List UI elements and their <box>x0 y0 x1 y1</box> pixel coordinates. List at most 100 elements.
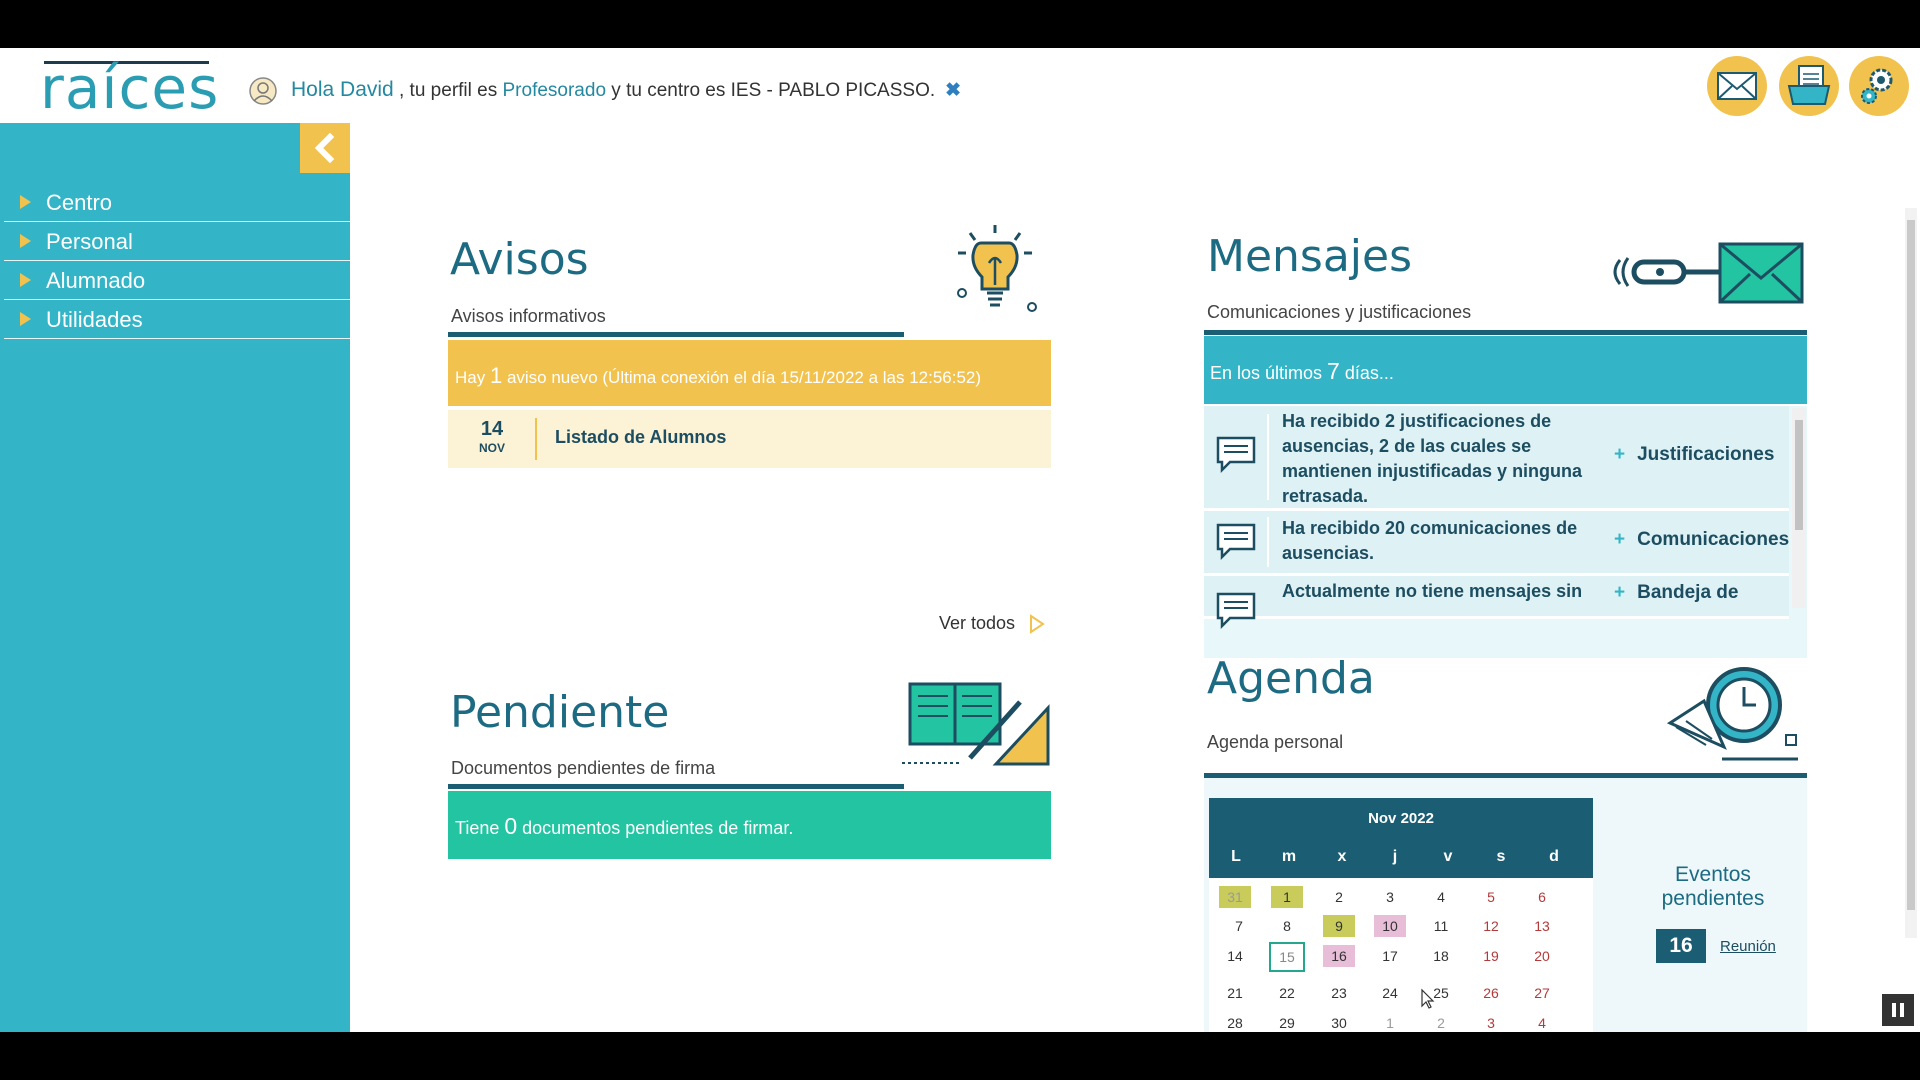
book-ruler-icon <box>902 682 1050 766</box>
mensajes-period-bar: En los últimos 7 días... <box>1204 336 1807 404</box>
ver-todos-link[interactable]: Ver todos <box>939 613 1046 635</box>
calendar-day[interactable]: 9 <box>1323 915 1355 937</box>
weekday-label: m <box>1281 848 1297 865</box>
weekday-label: j <box>1392 848 1398 865</box>
avisos-notice-count: 1 <box>489 363 503 388</box>
calendar-day[interactable]: 28 <box>1219 1012 1251 1032</box>
agenda-subtitle: Agenda personal <box>1207 732 1344 752</box>
avisos-notice-suffix: aviso nuevo (Última conexión el día 15/1… <box>502 368 982 387</box>
pause-icon <box>1892 1003 1904 1017</box>
calendar-day[interactable]: 1 <box>1374 1012 1406 1032</box>
lightbulb-icon <box>957 225 1037 312</box>
caret-right-icon <box>20 312 31 326</box>
calendar-day[interactable]: 18 <box>1425 945 1457 967</box>
sidebar-item-label: Personal <box>46 229 133 254</box>
mensajes-scrollbar[interactable] <box>1792 408 1806 608</box>
raices-logo[interactable]: raíces <box>40 58 218 118</box>
sidebar-item-label: Centro <box>46 190 113 215</box>
page-scrollbar[interactable] <box>1905 208 1917 938</box>
calendar-day[interactable]: 19 <box>1475 945 1507 967</box>
calendar-day[interactable]: 1 <box>1271 886 1303 908</box>
calendar-day[interactable]: 11 <box>1425 915 1457 937</box>
calendar-day[interactable]: 2 <box>1323 886 1355 908</box>
calendar-day[interactable]: 27 <box>1526 982 1558 1004</box>
calendar-day[interactable]: 14 <box>1219 945 1251 967</box>
documents-button[interactable] <box>1779 56 1839 116</box>
ver-todos-label: Ver todos <box>939 613 1016 633</box>
profile-name[interactable]: Profesorado <box>503 80 607 101</box>
clock-icon <box>1666 667 1798 761</box>
calendar-day[interactable]: 3 <box>1475 1012 1507 1032</box>
greeting-line: Hola David , tu perfil es Profesorado y … <box>291 78 961 102</box>
pause-button[interactable] <box>1882 994 1914 1026</box>
message-row[interactable]: Ha recibido 20 comunicaciones de ausenci… <box>1204 511 1789 576</box>
calendar-day[interactable]: 3 <box>1374 886 1406 908</box>
row-divider <box>1267 414 1269 500</box>
aviso-date: 14 NOV <box>448 410 536 468</box>
weekday-label: x <box>1337 848 1347 865</box>
close-icon[interactable]: ✖ <box>945 80 961 101</box>
chevron-left-icon <box>314 132 335 164</box>
pendiente-text-suffix: documentos pendientes de firmar. <box>517 818 794 838</box>
message-bubble-icon <box>1216 436 1256 474</box>
calendar-day[interactable]: 5 <box>1475 886 1507 908</box>
calendar-day[interactable]: 8 <box>1271 915 1303 937</box>
calendar-day[interactable]: 4 <box>1526 1012 1558 1032</box>
sidebar-item-alumnado[interactable]: Alumnado <box>4 261 350 300</box>
calendar-day[interactable]: 6 <box>1526 886 1558 908</box>
messages-button[interactable] <box>1707 56 1767 116</box>
calendar-grid: 31 1 2 3 4 5 6 7 8 9 10 11 12 13 14 15 1… <box>1209 878 1593 1032</box>
pendiente-bar: Tiene 0 documentos pendientes de firmar. <box>448 791 1051 859</box>
settings-button[interactable] <box>1849 56 1909 116</box>
page-scrollbar-thumb[interactable] <box>1907 220 1915 910</box>
calendar-day-today[interactable]: 15 <box>1269 942 1305 972</box>
message-bubble-icon <box>1216 523 1256 561</box>
calendar-day[interactable]: 13 <box>1526 915 1558 937</box>
calendar-day[interactable]: 23 <box>1323 982 1355 1004</box>
bandeja-link[interactable]: + Bandeja de <box>1614 582 1738 604</box>
message-row[interactable]: Actualmente no tiene mensajes sin + Bande… <box>1204 576 1789 630</box>
message-link-label: Comunicaciones <box>1637 529 1790 550</box>
sidebar-item-centro[interactable]: Centro <box>4 183 350 222</box>
calendar-day[interactable]: 7 <box>1223 915 1255 937</box>
mouse-cursor-icon <box>1421 988 1435 1009</box>
event-link[interactable]: Reunión <box>1720 938 1776 955</box>
calendar-day[interactable]: 2 <box>1425 1012 1457 1032</box>
pendiente-text-prefix: Tiene <box>455 818 505 838</box>
message-text: Actualmente no tiene mensajes sin <box>1282 581 1583 601</box>
calendar-day[interactable]: 21 <box>1219 982 1251 1004</box>
mensajes-list: Ha recibido 2 justificaciones de ausenci… <box>1204 406 1807 658</box>
calendar-day[interactable]: 12 <box>1475 915 1507 937</box>
calendar-day[interactable]: 29 <box>1271 1012 1303 1032</box>
calendar-day[interactable]: 16 <box>1323 945 1355 967</box>
comunicaciones-link[interactable]: + Comunicaciones <box>1614 529 1789 551</box>
pendiente-subtitle: Documentos pendientes de firma <box>451 758 716 778</box>
calendar-day[interactable]: 22 <box>1271 982 1303 1004</box>
calendar-day[interactable]: 24 <box>1374 982 1406 1004</box>
calendar-day[interactable]: 17 <box>1374 945 1406 967</box>
calendar-day[interactable]: 26 <box>1475 982 1507 1004</box>
calendar-day[interactable]: 10 <box>1374 915 1406 937</box>
avisos-subtitle: Avisos informativos <box>451 306 606 326</box>
envelope-icon <box>1717 72 1757 100</box>
mensajes-subtitle: Comunicaciones y justificaciones <box>1207 302 1472 322</box>
calendar-day[interactable]: 30 <box>1323 1012 1355 1032</box>
calendar-header: Nov 2022 L m x j v s d <box>1209 798 1593 878</box>
sidebar-item-utilidades[interactable]: Utilidades <box>4 300 350 339</box>
justificaciones-link[interactable]: + Justificaciones <box>1614 444 1774 466</box>
calendar-day[interactable]: 4 <box>1425 886 1457 908</box>
settings-gear-icon <box>1861 68 1893 104</box>
sidebar-item-personal[interactable]: Personal <box>4 222 350 261</box>
collapse-sidebar-button[interactable] <box>300 123 350 173</box>
aviso-item[interactable]: 14 NOV Listado de Alumnos <box>448 410 1051 468</box>
calendar-day[interactable]: 20 <box>1526 945 1558 967</box>
avisos-notice: Hay 1 aviso nuevo (Última conexión el dí… <box>455 363 981 389</box>
greeting-hello: Hola David <box>291 78 394 101</box>
caret-right-icon <box>20 273 31 287</box>
calendar-day[interactable]: 31 <box>1219 886 1251 908</box>
message-text: Ha recibido 2 justificaciones de ausenci… <box>1282 411 1583 506</box>
logo-text: raíces <box>40 54 220 122</box>
scrollbar-thumb[interactable] <box>1795 420 1803 530</box>
agenda-panel: Nov 2022 L m x j v s d 31 1 2 3 4 5 6 7 … <box>1204 778 1807 1032</box>
message-row[interactable]: Ha recibido 2 justificaciones de ausenci… <box>1204 406 1789 511</box>
